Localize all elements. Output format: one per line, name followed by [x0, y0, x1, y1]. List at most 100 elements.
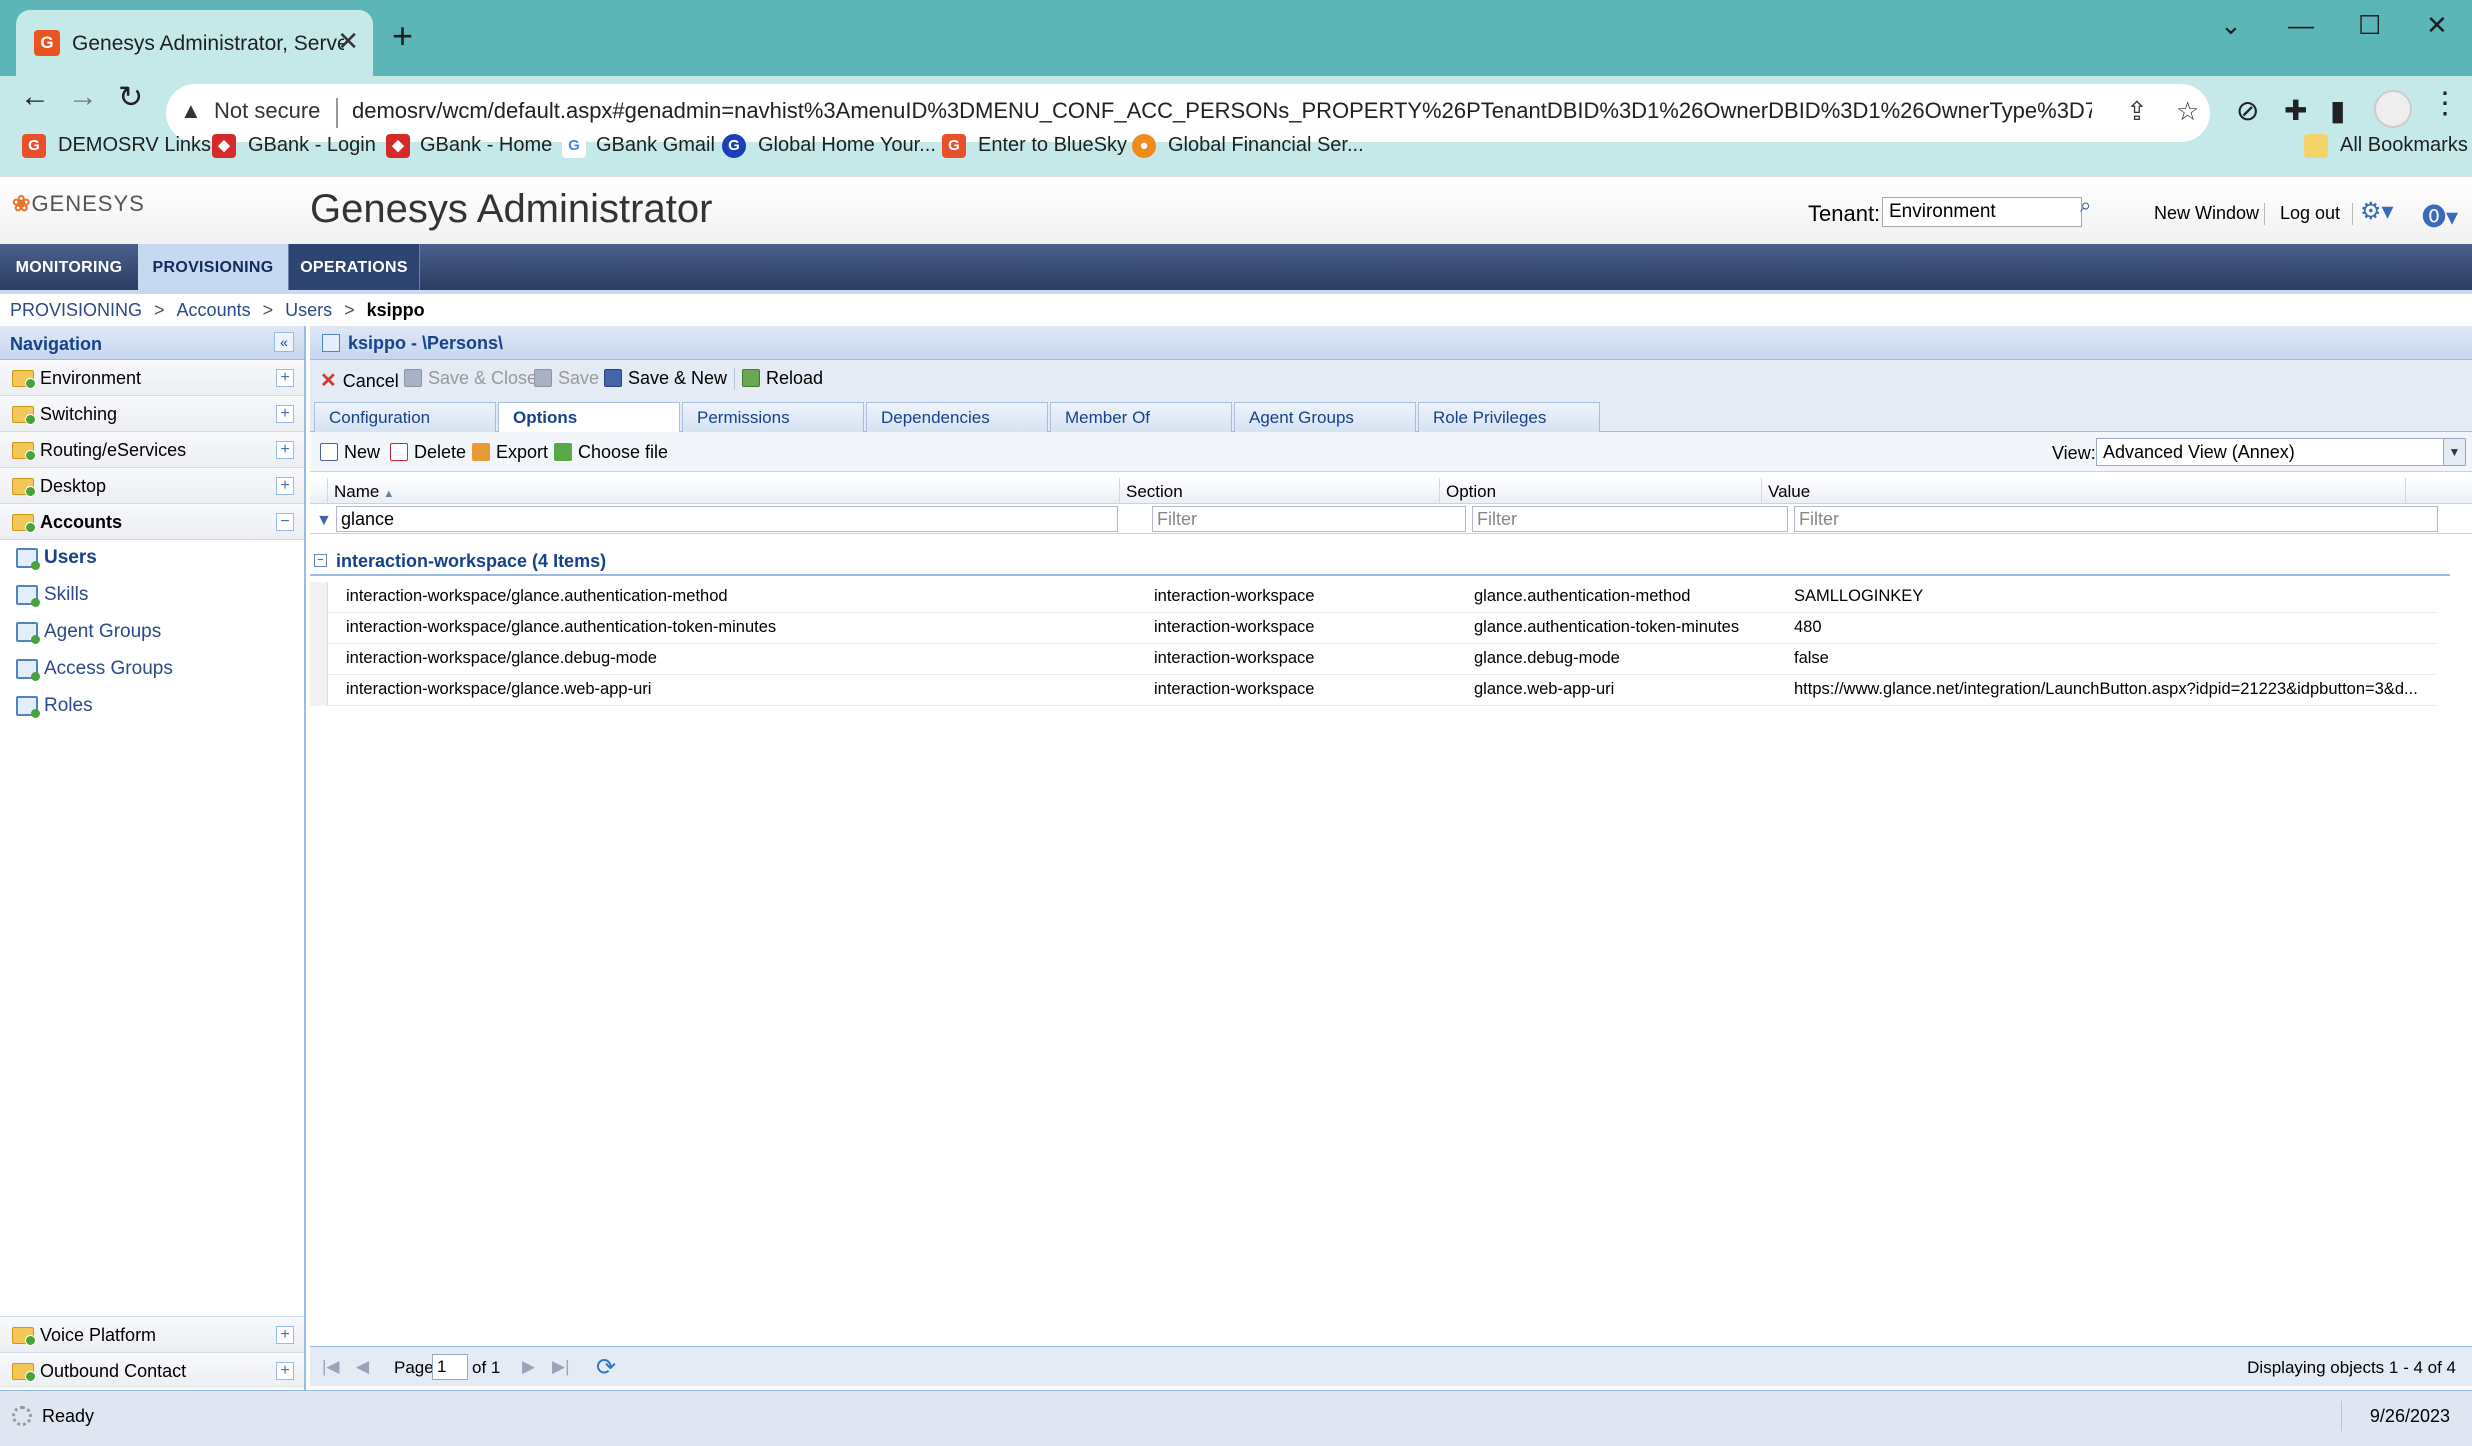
bookmark-global-financial[interactable]: Global Financial Ser...: [1168, 134, 1364, 157]
bookmark-gbank-login[interactable]: GBank - Login: [248, 134, 376, 157]
nav-desktop[interactable]: Desktop +: [0, 468, 304, 504]
skills-icon: [16, 585, 40, 607]
collapse-icon[interactable]: −: [276, 513, 294, 531]
tab-options[interactable]: Options: [498, 402, 680, 433]
expand-icon[interactable]: +: [276, 1326, 294, 1344]
nav-environment[interactable]: Environment +: [0, 360, 304, 396]
delete-button[interactable]: Delete: [390, 442, 466, 463]
save-close-button[interactable]: Save & Close: [404, 368, 537, 389]
table-row[interactable]: interaction-workspace/glance.web-app-uri…: [310, 675, 2438, 706]
tab-dependencies[interactable]: Dependencies: [866, 402, 1048, 432]
column-name[interactable]: Name ▲: [328, 478, 1120, 504]
expand-icon[interactable]: +: [276, 477, 294, 495]
column-value[interactable]: Value: [1762, 478, 2406, 504]
nav-routing-eservices[interactable]: Routing/eServices +: [0, 432, 304, 468]
collapse-navigation-icon[interactable]: «: [274, 332, 294, 352]
bookmark-demosrv-links[interactable]: DEMOSRV Links: [58, 134, 211, 157]
tab-permissions[interactable]: Permissions: [682, 402, 864, 432]
last-page-icon[interactable]: ▶|: [552, 1357, 570, 1377]
tab-provisioning[interactable]: PROVISIONING: [138, 244, 288, 290]
new-button[interactable]: New: [320, 442, 380, 463]
name-filter-input[interactable]: [336, 506, 1118, 532]
breadcrumb-accounts[interactable]: Accounts: [177, 300, 251, 320]
new-window-link[interactable]: New Window: [2154, 203, 2259, 224]
nav-outbound-contact[interactable]: Outbound Contact +: [0, 1352, 304, 1388]
all-bookmarks[interactable]: All Bookmarks: [2340, 134, 2468, 157]
export-button[interactable]: Export: [472, 442, 548, 463]
browser-tab[interactable]: G Genesys Administrator, Server: lo ✕: [16, 10, 373, 76]
view-select[interactable]: Advanced View (Annex) ▼: [2096, 438, 2466, 466]
table-row[interactable]: interaction-workspace/glance.authenticat…: [310, 582, 2438, 613]
bookmark-gbank-home-icon: ◆: [386, 134, 410, 158]
save-button[interactable]: Save: [534, 368, 599, 389]
profile-avatar[interactable]: [2374, 90, 2412, 128]
expand-icon[interactable]: +: [276, 1362, 294, 1380]
extension-block-icon[interactable]: ⊘: [2236, 94, 2259, 127]
column-option[interactable]: Option: [1440, 478, 1762, 504]
chevron-down-icon[interactable]: ▼: [2443, 439, 2465, 465]
back-icon[interactable]: ←: [20, 80, 50, 114]
table-row[interactable]: interaction-workspace/glance.authenticat…: [310, 613, 2438, 644]
reload-icon[interactable]: ↻: [118, 80, 143, 115]
help-icon[interactable]: ⓿▾: [2422, 197, 2458, 232]
expand-icon[interactable]: +: [276, 441, 294, 459]
refresh-icon[interactable]: ⟳: [596, 1353, 616, 1382]
expand-icon[interactable]: +: [276, 369, 294, 387]
tab-role-privileges[interactable]: Role Privileges: [1418, 402, 1600, 432]
tab-member-of[interactable]: Member Of: [1050, 402, 1232, 432]
value-filter-input[interactable]: [1794, 506, 2438, 532]
prev-page-icon[interactable]: ◀: [356, 1357, 369, 1377]
section-filter-input[interactable]: [1152, 506, 1466, 532]
bookmark-global-home[interactable]: Global Home Your...: [758, 134, 936, 157]
tab-operations[interactable]: OPERATIONS: [288, 244, 420, 290]
column-section[interactable]: Section: [1120, 478, 1440, 504]
breadcrumb-users[interactable]: Users: [285, 300, 332, 320]
table-row[interactable]: interaction-workspace/glance.debug-mode …: [310, 644, 2438, 675]
group-collapse-icon[interactable]: −: [314, 554, 327, 567]
tab-search-icon[interactable]: ⌄: [2220, 10, 2242, 41]
tenant-search-icon[interactable]: ⌕: [2080, 195, 2106, 225]
bookmark-star-icon[interactable]: ☆: [2176, 96, 2199, 127]
side-panel-icon[interactable]: ▮: [2330, 94, 2345, 127]
cancel-button[interactable]: ✕ Cancel: [320, 368, 399, 393]
forward-icon[interactable]: →: [68, 80, 98, 114]
window-close-icon[interactable]: ✕: [2426, 10, 2448, 41]
nav-voice-platform[interactable]: Voice Platform +: [0, 1316, 304, 1352]
nav-switching[interactable]: Switching +: [0, 396, 304, 432]
navigation-panel: Navigation « Environment + Switching + R…: [0, 326, 306, 1390]
bookmark-enter-to-bluesky[interactable]: Enter to BlueSky: [978, 134, 1127, 157]
nav-accounts[interactable]: Accounts −: [0, 504, 304, 540]
tab-monitoring[interactable]: MONITORING: [0, 244, 138, 290]
browser-toolbar: ← → ↻ ▲ Not secure demosrv/wcm/default.a…: [0, 76, 2472, 190]
nav-sub-label: Roles: [44, 695, 93, 716]
next-page-icon[interactable]: ▶: [522, 1357, 535, 1377]
bookmark-gbank-gmail[interactable]: GBank Gmail: [596, 134, 715, 157]
first-page-icon[interactable]: |◀: [322, 1357, 340, 1377]
tab-configuration[interactable]: Configuration: [314, 402, 496, 432]
tab-agent-groups[interactable]: Agent Groups: [1234, 402, 1416, 432]
nav-sub-label: Access Groups: [44, 658, 173, 679]
expand-icon[interactable]: +: [276, 405, 294, 423]
maximize-icon[interactable]: ☐: [2358, 10, 2381, 41]
new-tab-button[interactable]: +: [392, 16, 413, 56]
tab-close-icon[interactable]: ✕: [337, 26, 359, 57]
option-filter-input[interactable]: [1472, 506, 1788, 532]
chrome-menu-icon[interactable]: ⋮: [2430, 86, 2460, 121]
url-text[interactable]: demosrv/wcm/default.aspx#genadmin=navhis…: [352, 98, 2092, 124]
bookmark-gbank-home[interactable]: GBank - Home: [420, 134, 552, 157]
not-secure-label[interactable]: Not secure: [214, 98, 320, 124]
tenant-input[interactable]: [1882, 197, 2082, 227]
log-out-link[interactable]: Log out: [2280, 203, 2340, 224]
reload-button[interactable]: Reload: [742, 368, 823, 389]
person-icon: [322, 334, 340, 352]
minimize-icon[interactable]: —: [2288, 10, 2314, 41]
extensions-puzzle-icon[interactable]: ✚: [2284, 94, 2307, 127]
settings-gear-icon[interactable]: ⚙▾: [2360, 197, 2394, 226]
breadcrumb-provisioning[interactable]: PROVISIONING: [10, 300, 142, 320]
save-new-button[interactable]: Save & New: [604, 368, 727, 389]
choose-file-button[interactable]: Choose file: [554, 442, 668, 463]
group-header[interactable]: − interaction-workspace (4 Items): [310, 548, 2450, 576]
page-number-input[interactable]: [432, 1354, 468, 1380]
share-icon[interactable]: ⇪: [2126, 96, 2148, 127]
folder-icon: [12, 1363, 36, 1382]
